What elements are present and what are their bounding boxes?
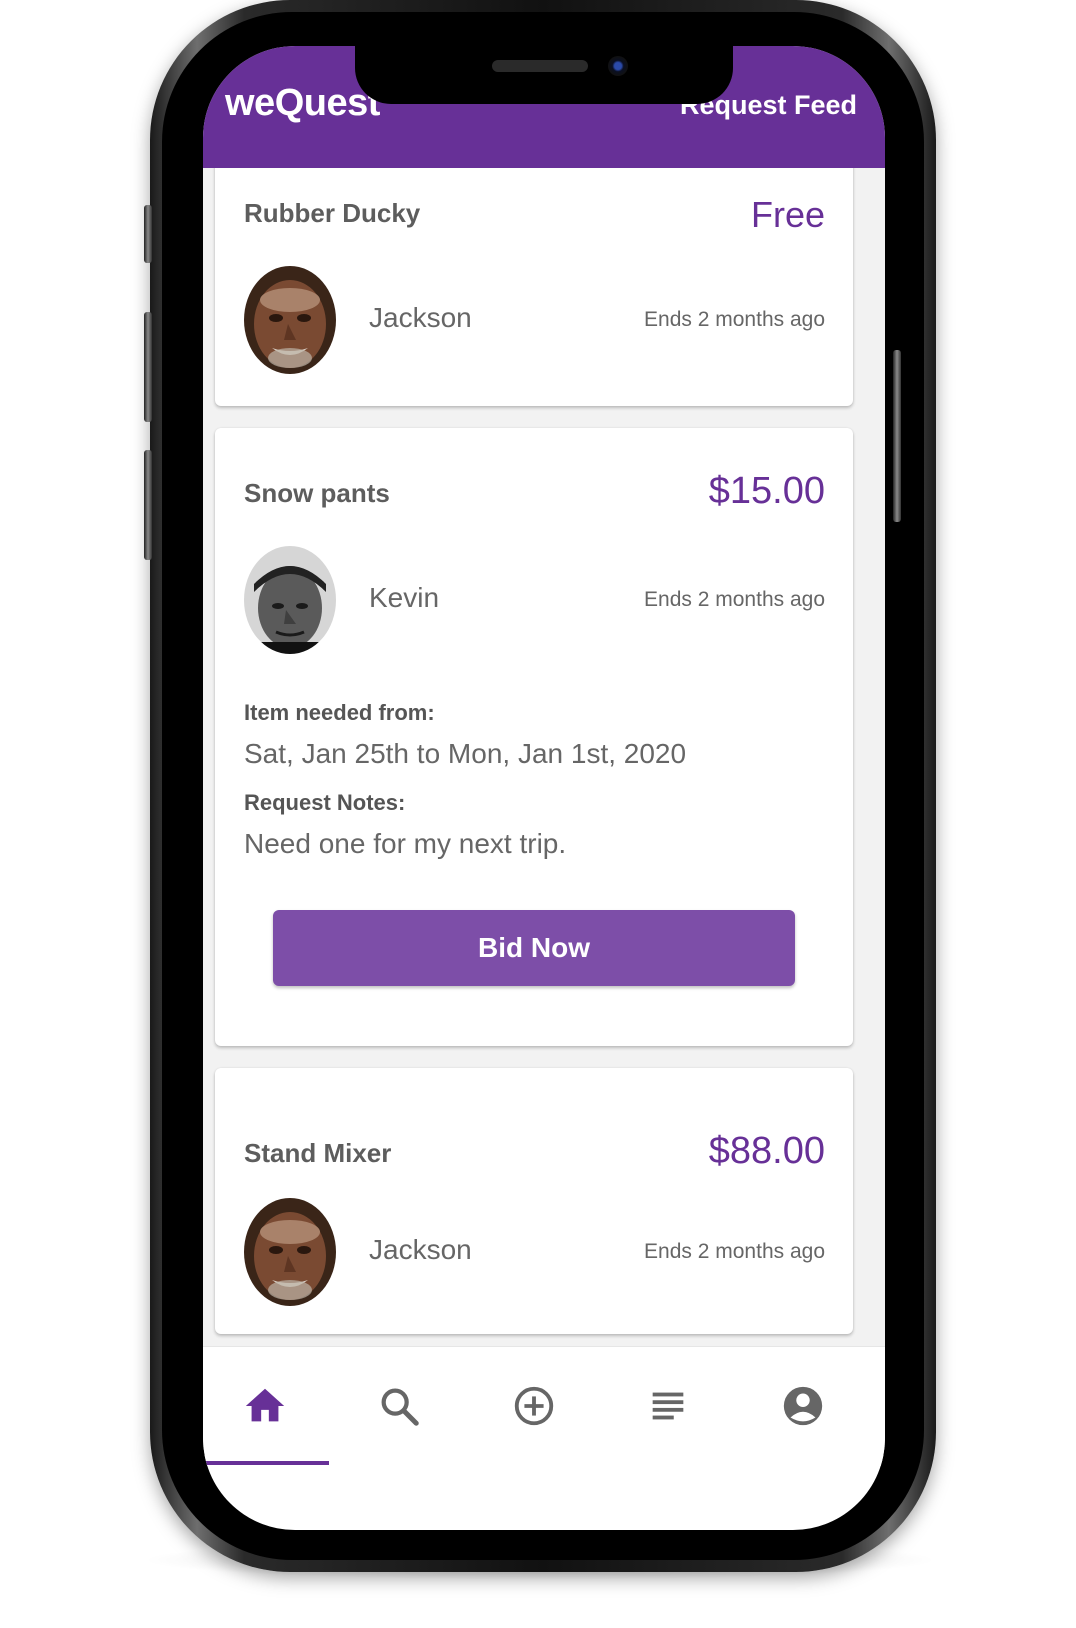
avatar[interactable] [244, 266, 336, 374]
bottom-navigation [203, 1346, 885, 1466]
request-item-name: Snow pants [244, 478, 390, 508]
request-notes-label: Request Notes: [244, 790, 406, 815]
nav-home[interactable] [203, 1347, 333, 1465]
avatar[interactable] [244, 1198, 336, 1306]
request-price: $15.00 [708, 470, 825, 512]
requester-name[interactable]: Kevin [369, 582, 439, 614]
front-camera [608, 56, 628, 76]
bid-now-button[interactable]: Bid Now [273, 910, 795, 986]
request-feed[interactable]: Rubber Ducky Free Jackson Ends 2 months … [203, 168, 885, 1346]
request-end-time: Ends 2 months ago [644, 1240, 825, 1263]
volume-up-button [144, 312, 152, 422]
nav-add-request[interactable] [466, 1347, 602, 1465]
request-item-name: Stand Mixer [244, 1138, 392, 1168]
man-in-beanie-portrait-icon [244, 546, 336, 654]
add-circle-icon [514, 1386, 554, 1426]
volume-down-button [144, 450, 152, 560]
list-icon [652, 1392, 684, 1420]
home-icon [245, 1388, 285, 1422]
request-item-name: Rubber Ducky [244, 198, 421, 228]
device-notch [355, 46, 733, 104]
request-price: Free [750, 194, 825, 235]
nav-list[interactable] [600, 1347, 736, 1465]
request-end-time: Ends 2 months ago [644, 308, 825, 331]
nav-search[interactable] [331, 1347, 467, 1465]
speaker-grille [492, 60, 588, 72]
needed-dates-value: Sat, Jan 25th to Mon, Jan 1st, 2020 [244, 738, 687, 769]
request-notes-value: Need one for my next trip. [244, 828, 567, 859]
account-icon [783, 1386, 823, 1426]
request-card[interactable]: Snow pants $15.00 Kevin Ends 2 months ag… [215, 428, 853, 1046]
request-card[interactable]: Stand Mixer $88.00 Jackson Ends 2 months… [215, 1068, 853, 1334]
request-end-time: Ends 2 months ago [644, 588, 825, 611]
nav-account[interactable] [735, 1347, 871, 1465]
search-icon [381, 1388, 419, 1426]
avatar[interactable] [244, 546, 336, 654]
requester-name[interactable]: Jackson [369, 302, 472, 334]
requester-name[interactable]: Jackson [369, 1234, 472, 1266]
request-price: $88.00 [708, 1130, 825, 1172]
elderly-man-portrait-icon [244, 1198, 336, 1306]
app-title: weQuest [225, 82, 380, 124]
phone-screen: weQuest Request Feed Rubber Ducky Free J… [203, 46, 885, 1530]
request-card[interactable]: Rubber Ducky Free Jackson Ends 2 months … [215, 168, 853, 406]
power-button [893, 350, 901, 522]
needed-dates-label: Item needed from: [244, 700, 435, 725]
silent-switch [144, 205, 152, 263]
elderly-man-portrait-icon [244, 266, 336, 374]
active-tab-indicator [203, 1461, 329, 1465]
